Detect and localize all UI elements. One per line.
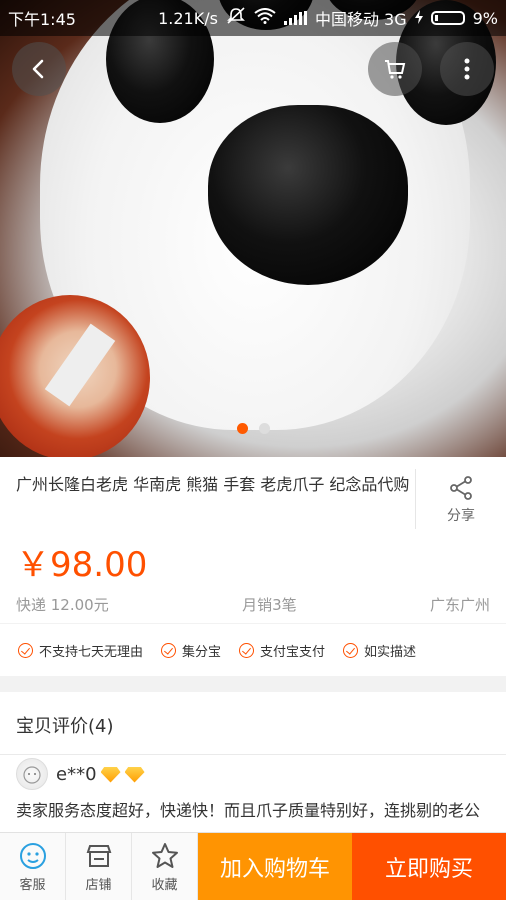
service-guarantees[interactable]: 不支持七天无理由 集分宝 支付宝支付 如实描述 <box>0 624 506 676</box>
carousel-indicator <box>0 423 506 434</box>
store-icon <box>86 845 111 867</box>
divider <box>0 754 506 755</box>
back-button[interactable] <box>12 42 66 96</box>
favorite-label: 收藏 <box>151 878 178 893</box>
guarantee-label: 如实描述 <box>364 644 417 660</box>
check-circle-icon <box>343 642 359 658</box>
share-label: 分享 <box>447 508 475 524</box>
diamond-icon <box>100 766 121 783</box>
bottom-action-bar: 客服 店铺 收藏 加入购物车 立即购买 <box>0 832 506 900</box>
customer-service-icon <box>19 843 46 869</box>
store-button[interactable]: 店铺 <box>66 833 132 900</box>
product-meta: 快递 12.00元 月销3笔 广东广州 <box>16 594 490 615</box>
customer-service-label: 客服 <box>19 878 46 893</box>
carousel-dot-1[interactable] <box>236 423 248 434</box>
status-bar: 下午1:45 1.21K/s 中国移动 3G 9% <box>0 0 506 36</box>
network-speed: 1.21K/s <box>158 8 218 28</box>
battery-icon <box>430 11 465 25</box>
review-username: e**0 <box>56 764 97 785</box>
guarantee-label: 不支持七天无理由 <box>39 644 144 660</box>
signal-icon <box>283 11 307 25</box>
avatar <box>16 758 48 790</box>
cart-button[interactable] <box>368 42 422 96</box>
check-circle-icon <box>18 642 33 658</box>
charging-icon <box>414 9 423 28</box>
share-button[interactable]: 分享 <box>415 469 506 529</box>
buy-now-button[interactable]: 立即购买 <box>352 833 506 900</box>
favorite-button[interactable]: 收藏 <box>132 833 198 900</box>
star-icon <box>151 843 178 868</box>
status-time: 下午1:45 <box>8 10 76 29</box>
mute-icon <box>226 7 246 29</box>
product-price: ￥98.00 <box>16 545 148 585</box>
guarantee-label: 支付宝支付 <box>260 644 326 660</box>
share-icon <box>450 476 472 500</box>
back-icon <box>32 59 44 79</box>
more-button[interactable] <box>440 42 494 96</box>
customer-service-button[interactable]: 客服 <box>0 833 66 900</box>
check-circle-icon <box>239 642 255 658</box>
check-circle-icon <box>161 642 177 658</box>
carousel-dot-2[interactable] <box>258 423 270 434</box>
guarantee-label: 集分宝 <box>182 644 222 660</box>
product-info: 广州长隆白老虎 华南虎 熊猫 手套 老虎爪子 纪念品代购 分享 ￥98.00 快… <box>0 457 506 623</box>
shipping-fee: 快递 12.00元 <box>16 596 109 614</box>
ship-location: 广东广州 <box>429 596 490 614</box>
carrier-label: 中国移动 3G <box>314 10 407 29</box>
diamond-icon <box>124 766 145 783</box>
cart-icon <box>385 60 406 79</box>
reviews-section[interactable]: 宝贝评价(4) e**0 卖家服务态度超好，快递快！而且爪子质量特别好，连挑剔的… <box>0 692 506 852</box>
reviews-title: 宝贝评价(4) <box>16 716 114 737</box>
wifi-icon <box>254 8 276 28</box>
battery-percent: 9% <box>472 8 498 28</box>
monthly-sales: 月销3笔 <box>242 596 297 614</box>
review-user: e**0 <box>56 764 145 785</box>
more-icon <box>464 58 470 80</box>
product-image[interactable] <box>0 0 506 457</box>
guarantee-item: 不支持七天无理由 <box>18 641 143 660</box>
guarantee-item: 支付宝支付 <box>239 641 325 660</box>
guarantee-item: 集分宝 <box>161 641 221 660</box>
guarantee-item: 如实描述 <box>343 641 416 660</box>
palm-pad <box>208 105 408 285</box>
product-title: 广州长隆白老虎 华南虎 熊猫 手套 老虎爪子 纪念品代购 <box>16 475 410 494</box>
add-to-cart-button[interactable]: 加入购物车 <box>198 833 352 900</box>
store-label: 店铺 <box>85 878 112 893</box>
